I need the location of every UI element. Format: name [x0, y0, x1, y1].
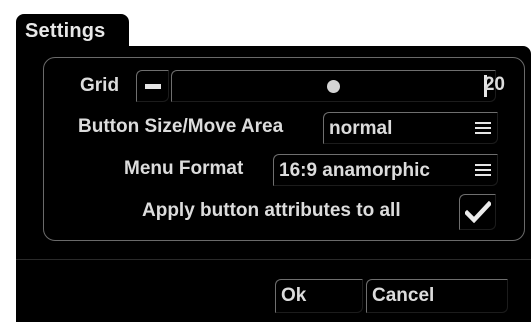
apply-attributes-checkbox[interactable]: [459, 194, 496, 230]
screen: Settings Grid 20 Button Size/Move Area n…: [0, 0, 531, 322]
button-size-dropdown[interactable]: normal: [323, 112, 498, 144]
dialog-title: Settings: [25, 20, 106, 42]
menu-icon: [475, 164, 491, 176]
minus-icon: [145, 84, 161, 89]
ok-button[interactable]: Ok: [275, 279, 363, 313]
grid-value: 20: [483, 74, 505, 95]
ok-button-label: Ok: [281, 285, 307, 306]
grid-slider[interactable]: [171, 70, 496, 102]
checkmark-icon: [465, 201, 491, 223]
menu-icon: [475, 122, 491, 134]
grid-label: Grid: [80, 75, 120, 96]
menu-format-dropdown[interactable]: 16:9 anamorphic: [273, 154, 498, 186]
menu-format-label: Menu Format: [124, 158, 244, 179]
slider-knob[interactable]: [327, 80, 340, 93]
cancel-button[interactable]: Cancel: [366, 279, 508, 313]
dialog-panel: Grid 20 Button Size/Move Area normal Men…: [16, 46, 531, 322]
cancel-button-label: Cancel: [372, 285, 435, 306]
apply-attributes-label: Apply button attributes to all: [142, 200, 401, 221]
grid-decrement-button[interactable]: [136, 70, 169, 102]
menu-format-value: 16:9 anamorphic: [279, 160, 430, 181]
separator-line: [16, 259, 531, 260]
button-size-label: Button Size/Move Area: [78, 116, 284, 137]
settings-dialog: Settings Grid 20 Button Size/Move Area n…: [16, 14, 531, 322]
dialog-tab: Settings: [16, 14, 129, 48]
button-size-value: normal: [329, 118, 393, 139]
